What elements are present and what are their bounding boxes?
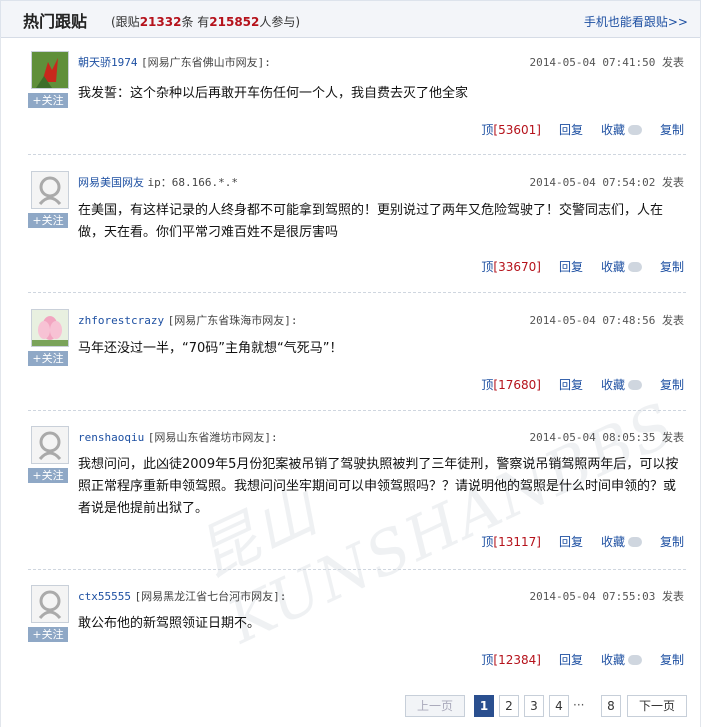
- username-link[interactable]: 网易美国网友: [78, 176, 144, 189]
- follow-button[interactable]: +关注: [28, 627, 68, 642]
- next-page-button[interactable]: 下一页: [627, 695, 687, 717]
- page-ellipsis: ···: [573, 698, 585, 712]
- follow-button[interactable]: +关注: [28, 351, 68, 366]
- comment-count: 21332: [139, 15, 182, 29]
- copy-button[interactable]: 复制: [660, 260, 684, 274]
- username-link[interactable]: renshaoqiu: [78, 431, 144, 444]
- divider: [28, 410, 686, 411]
- comment-text: 我想问问，此凶徒2009年5月份犯案被吊销了驾驶执照被判了三年徒刑，警察说吊销驾…: [78, 457, 679, 516]
- comment-text: 在美国，有这样记录的人终身都不可能拿到驾照的！更别说过了两年又危险驾驶了！交警同…: [78, 203, 664, 240]
- copy-button[interactable]: 复制: [660, 653, 684, 667]
- upvote-button[interactable]: 顶[13117]: [481, 535, 541, 549]
- page-1-button[interactable]: 1: [474, 695, 494, 717]
- upvote-button[interactable]: 顶[12384]: [481, 653, 541, 667]
- username-link[interactable]: 朝天骄1974: [78, 56, 138, 69]
- upvote-button[interactable]: 顶[53601]: [481, 123, 541, 137]
- follow-button[interactable]: +关注: [28, 468, 68, 483]
- comments-header: 热门跟贴 (跟贴21332条 有215852人参与) 手机也能看跟贴>>: [0, 0, 701, 38]
- favorite-button[interactable]: 收藏: [601, 653, 642, 667]
- chat-bubble-icon: [627, 262, 642, 272]
- reply-button[interactable]: 回复: [559, 260, 583, 274]
- comment-item: +关注 朝天骄1974 [网易广东省佛山市网友]: 2014-05-04 07:…: [28, 51, 686, 146]
- comment-actions: 顶[53601] 回复 收藏 复制: [463, 121, 684, 138]
- reply-button[interactable]: 回复: [559, 378, 583, 392]
- avatar[interactable]: [31, 585, 69, 623]
- prev-page-button[interactable]: 上一页: [405, 695, 465, 717]
- comment-actions: 顶[12384] 回复 收藏 复制: [463, 651, 684, 668]
- divider: [28, 569, 686, 570]
- avatar[interactable]: [31, 309, 69, 347]
- copy-button[interactable]: 复制: [660, 378, 684, 392]
- upvote-button[interactable]: 顶[33670]: [481, 260, 541, 274]
- reply-button[interactable]: 回复: [559, 123, 583, 137]
- avatar[interactable]: [31, 426, 69, 464]
- comment-item: +关注 zhforestcrazy [网易广东省珠海市网友]: 2014-05-…: [28, 309, 686, 399]
- upvote-button[interactable]: 顶[17680]: [481, 378, 541, 392]
- comment-text: 敢公布他的新驾照领证日期不。: [78, 616, 261, 631]
- post-time: 2014-05-04 07:48:56 发表: [529, 314, 684, 327]
- chat-bubble-icon: [627, 380, 642, 390]
- divider: [28, 154, 686, 155]
- username-link[interactable]: zhforestcrazy: [78, 314, 164, 327]
- comment-item: +关注 renshaoqiu [网易山东省潍坊市网友]: 2014-05-04 …: [28, 426, 686, 556]
- post-time: 2014-05-04 07:54:02 发表: [529, 176, 684, 189]
- chat-bubble-icon: [627, 125, 642, 135]
- copy-button[interactable]: 复制: [660, 535, 684, 549]
- comment-text: 马年还没过一半，“70码”主角就想“气死马”！: [78, 341, 343, 356]
- section-title: 热门跟贴: [23, 12, 88, 31]
- username-link[interactable]: ctx55555: [78, 590, 131, 603]
- favorite-button[interactable]: 收藏: [601, 378, 642, 392]
- chat-bubble-icon: [627, 537, 642, 547]
- comment-item: +关注 网易美国网友 ip：68.166.*.* 2014-05-04 07:5…: [28, 171, 686, 281]
- user-ip: ip：68.166.*.*: [147, 176, 238, 189]
- page-4-button[interactable]: 4: [549, 695, 569, 717]
- comment-actions: 顶[33670] 回复 收藏 复制: [463, 258, 684, 275]
- mobile-link[interactable]: 手机也能看跟贴>>: [584, 13, 688, 30]
- post-time: 2014-05-04 07:41:50 发表: [529, 56, 684, 69]
- comment-actions: 顶[17680] 回复 收藏 复制: [463, 376, 684, 393]
- favorite-button[interactable]: 收藏: [601, 535, 642, 549]
- favorite-button[interactable]: 收藏: [601, 123, 642, 137]
- comment-stats: (跟贴21332条 有215852人参与): [111, 15, 301, 29]
- follow-button[interactable]: +关注: [28, 93, 68, 108]
- avatar[interactable]: [31, 51, 69, 89]
- user-location: [网易黑龙江省七台河市网友]:: [134, 590, 287, 603]
- copy-button[interactable]: 复制: [660, 123, 684, 137]
- page-8-button[interactable]: 8: [601, 695, 621, 717]
- post-time: 2014-05-04 07:55:03 发表: [529, 590, 684, 603]
- post-time: 2014-05-04 08:05:35 发表: [529, 431, 684, 444]
- chat-bubble-icon: [627, 655, 642, 665]
- follow-button[interactable]: +关注: [28, 213, 68, 228]
- reply-button[interactable]: 回复: [559, 535, 583, 549]
- comment-text: 我发誓：这个杂种以后再敢开车伤任何一个人，我自费去灭了他全家: [78, 86, 469, 101]
- page-3-button[interactable]: 3: [524, 695, 544, 717]
- avatar[interactable]: [31, 171, 69, 209]
- page-2-button[interactable]: 2: [499, 695, 519, 717]
- comment-item: +关注 ctx55555 [网易黑龙江省七台河市网友]: 2014-05-04 …: [28, 585, 686, 680]
- user-location: [网易广东省佛山市网友]:: [141, 56, 271, 69]
- reply-button[interactable]: 回复: [559, 653, 583, 667]
- divider: [28, 292, 686, 293]
- user-location: [网易山东省潍坊市网友]:: [147, 431, 278, 444]
- participant-count: 215852: [209, 15, 260, 29]
- user-location: [网易广东省珠海市网友]:: [167, 314, 298, 327]
- comment-actions: 顶[13117] 回复 收藏 复制: [463, 533, 684, 550]
- favorite-button[interactable]: 收藏: [601, 260, 642, 274]
